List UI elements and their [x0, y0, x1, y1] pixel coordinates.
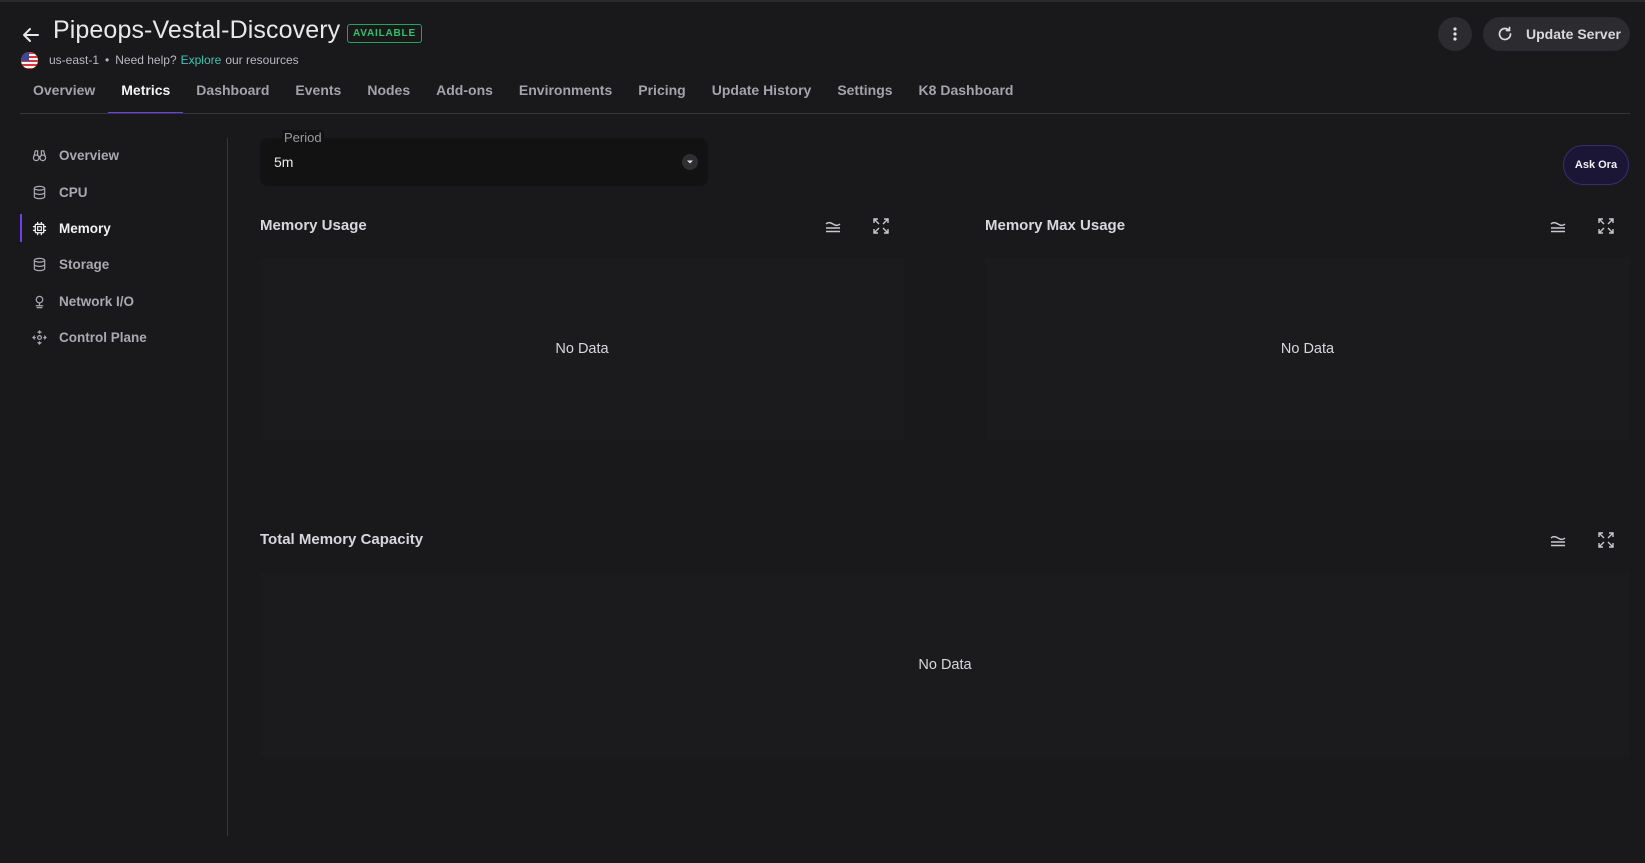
- chevron-down-icon: [682, 154, 698, 170]
- tab-pricing[interactable]: Pricing: [625, 76, 698, 114]
- sidebar-item-cpu[interactable]: CPU: [20, 178, 215, 206]
- sidebar-divider: [227, 138, 228, 836]
- tab-overview[interactable]: Overview: [20, 76, 108, 114]
- sidebar-item-memory[interactable]: Memory: [20, 214, 215, 242]
- tab-bar: Overview Metrics Dashboard Events Nodes …: [20, 76, 1026, 114]
- tab-nodes[interactable]: Nodes: [354, 76, 423, 114]
- expand-icon: [1598, 218, 1614, 234]
- sidebar-item-label: Control Plane: [59, 329, 147, 345]
- no-data-label: No Data: [918, 656, 972, 673]
- top-border: [0, 0, 1645, 2]
- lines-icon: [825, 221, 841, 233]
- tab-dashboard[interactable]: Dashboard: [183, 76, 282, 114]
- tabs-divider: [20, 113, 1630, 114]
- panel-title-memory-max-usage: Memory Max Usage: [985, 217, 1126, 234]
- tab-update-history[interactable]: Update History: [699, 76, 825, 114]
- update-server-label: Update Server: [1526, 26, 1621, 42]
- database-icon: [33, 185, 46, 199]
- toggle-lines-button[interactable]: [1547, 529, 1569, 551]
- expand-button[interactable]: [1595, 215, 1617, 237]
- chart-memory-usage: No Data: [260, 258, 904, 440]
- back-arrow-icon[interactable]: [20, 24, 42, 46]
- lines-icon: [1550, 535, 1566, 547]
- region-label: us-east-1: [49, 53, 100, 67]
- period-select[interactable]: Period 5m: [260, 130, 708, 186]
- sidebar-item-overview[interactable]: Overview: [20, 141, 215, 169]
- tab-settings[interactable]: Settings: [824, 76, 905, 114]
- sidebar-item-storage[interactable]: Storage: [20, 250, 215, 278]
- explore-link[interactable]: Explore: [181, 53, 222, 67]
- kebab-menu-icon: [1453, 27, 1457, 41]
- control-plane-icon: [32, 329, 47, 345]
- us-flag-icon: [21, 51, 38, 69]
- toggle-lines-button[interactable]: [1547, 215, 1569, 237]
- chip-icon: [32, 221, 47, 235]
- sidebar-item-label: Overview: [59, 147, 120, 163]
- sidebar-item-label: Memory: [59, 220, 111, 236]
- expand-button[interactable]: [1595, 529, 1617, 551]
- status-badge: AVAILABLE: [347, 24, 422, 43]
- expand-icon: [873, 218, 889, 234]
- toggle-lines-button[interactable]: [822, 215, 844, 237]
- refresh-icon: [1498, 26, 1512, 41]
- update-server-button[interactable]: Update Server: [1483, 17, 1630, 51]
- bullet-separator: •: [105, 53, 110, 67]
- lines-icon: [1550, 221, 1566, 233]
- tab-environments[interactable]: Environments: [506, 76, 625, 114]
- sidebar-item-label: Network I/O: [59, 293, 135, 309]
- database-icon: [33, 257, 46, 271]
- help-suffix: our resources: [225, 53, 299, 67]
- tab-metrics[interactable]: Metrics: [108, 76, 184, 114]
- tab-events[interactable]: Events: [282, 76, 354, 114]
- sidebar-item-control-plane[interactable]: Control Plane: [20, 323, 215, 351]
- no-data-label: No Data: [555, 341, 609, 357]
- network-icon: [35, 295, 44, 308]
- expand-button[interactable]: [870, 215, 892, 237]
- chart-total-memory-capacity: No Data: [260, 572, 1630, 757]
- sidebar-item-label: CPU: [59, 184, 88, 200]
- period-label: Period: [282, 130, 324, 145]
- tab-add-ons[interactable]: Add-ons: [423, 76, 506, 114]
- period-value: 5m: [274, 154, 294, 170]
- tab-k8-dashboard[interactable]: K8 Dashboard: [906, 76, 1027, 114]
- server-subline: us-east-1 • Need help? Explore our resou…: [20, 51, 299, 69]
- no-data-label: No Data: [1280, 341, 1335, 357]
- page-title: Pipeops-Vestal-Discovery: [53, 16, 341, 44]
- sidebar-item-label: Storage: [59, 256, 110, 272]
- binoculars-icon: [32, 149, 47, 161]
- chart-memory-max-usage: No Data: [985, 258, 1630, 440]
- panel-title-total-memory-capacity: Total Memory Capacity: [260, 531, 424, 548]
- ask-ora-button[interactable]: Ask Ora: [1563, 145, 1629, 185]
- help-prefix: Need help?: [115, 53, 177, 67]
- panel-title-memory-usage: Memory Usage: [260, 217, 367, 234]
- expand-icon: [1598, 532, 1614, 548]
- more-options-button[interactable]: [1438, 17, 1472, 51]
- sidebar-item-network-io[interactable]: Network I/O: [20, 287, 215, 315]
